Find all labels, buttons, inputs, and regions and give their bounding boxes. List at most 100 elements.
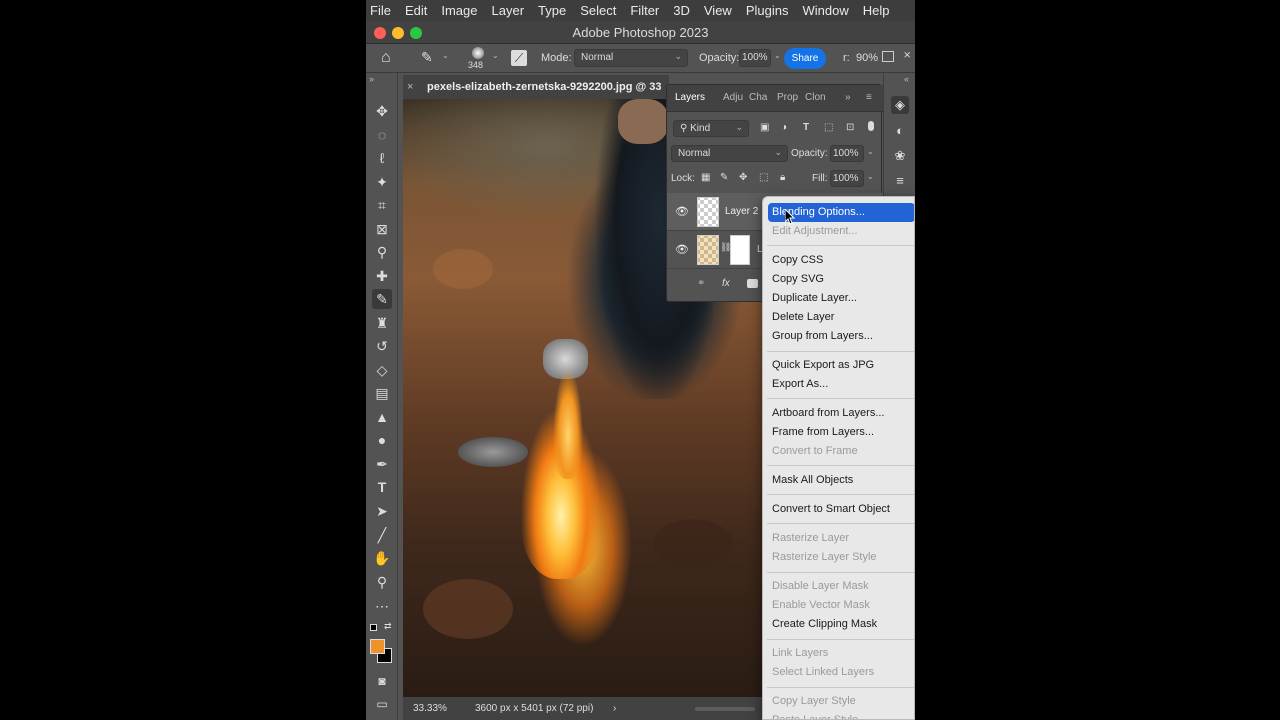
more-tabs-icon[interactable]: » [845, 92, 851, 103]
layer-opacity-input[interactable]: 100% [830, 145, 864, 162]
brush-tool-icon[interactable]: ✎ [372, 289, 392, 309]
menu-item-convert-to-smart-object[interactable]: Convert to Smart Object [768, 500, 914, 519]
add-mask-icon[interactable] [747, 279, 758, 288]
default-colors-icon[interactable] [370, 624, 377, 631]
visibility-eye-icon[interactable]: 👁︎ [675, 205, 689, 218]
magic-wand-tool-icon[interactable]: ✦ [372, 172, 392, 192]
menu-item-copy-svg[interactable]: Copy SVG [768, 270, 914, 289]
menu-item-delete-layer[interactable]: Delete Layer [768, 308, 914, 327]
link-layers-icon[interactable]: ⚭ [697, 278, 705, 289]
menu-item-quick-export-jpg[interactable]: Quick Export as JPG [768, 356, 914, 375]
tab-adjustments[interactable]: Adju [723, 92, 743, 103]
menu-item-export-as[interactable]: Export As... [768, 375, 914, 394]
properties-icon[interactable]: ≡ [891, 172, 909, 190]
chevron-down-icon[interactable]: ⌄ [867, 147, 874, 156]
document-tab[interactable]: × pexels-elizabeth-zernetska-9292200.jpg … [403, 75, 669, 99]
lock-position-icon[interactable]: ✥ [739, 172, 747, 183]
symmetry-icon[interactable]: ⨯ [903, 50, 911, 61]
pen-tool-icon[interactable]: ✒ [372, 454, 392, 474]
close-tab-icon[interactable]: × [407, 75, 421, 99]
eraser-tool-icon[interactable]: ◇ [372, 360, 392, 380]
fill-input[interactable]: 100% [830, 170, 864, 187]
adjustments-icon[interactable]: ◐ [891, 122, 909, 140]
gradient-tool-icon[interactable]: ▤ [372, 383, 392, 403]
lock-transparency-icon[interactable]: ▦ [701, 172, 710, 183]
chevron-right-icon[interactable]: › [613, 697, 616, 720]
menu-help[interactable]: Help [849, 3, 890, 18]
layer-name[interactable]: Layer 2 [725, 206, 758, 217]
tab-properties[interactable]: Prop [777, 92, 798, 103]
zoom-level[interactable]: 33.33% [413, 697, 447, 720]
menu-plugins[interactable]: Plugins [732, 3, 789, 18]
marquee-tool-icon[interactable]: ◌ [372, 125, 392, 145]
tab-layers[interactable]: Layers [675, 92, 705, 103]
menu-layer[interactable]: Layer [478, 3, 525, 18]
mode-select[interactable]: Normal ⌄ [574, 49, 688, 67]
brush-preset-icon[interactable]: ✎ [421, 49, 433, 66]
menu-3d[interactable]: 3D [659, 3, 690, 18]
clone-stamp-tool-icon[interactable]: ♜ [372, 313, 392, 333]
menu-filter[interactable]: Filter [616, 3, 659, 18]
eyedropper-tool-icon[interactable]: ⚲ [372, 242, 392, 262]
menu-window[interactable]: Window [788, 3, 848, 18]
fx-button[interactable]: fx [722, 278, 730, 289]
lock-all-icon[interactable]: 🔒︎ [780, 172, 785, 183]
hand-tool-icon[interactable]: ✋ [372, 548, 392, 568]
menu-image[interactable]: Image [427, 3, 477, 18]
type-filter-icon[interactable]: T [803, 122, 809, 133]
adjustment-filter-icon[interactable]: ◑ [781, 122, 787, 133]
zoom-tool-icon[interactable]: ⚲ [372, 572, 392, 592]
blend-mode-select[interactable]: Normal ⌄ [671, 145, 788, 162]
crop-tool-icon[interactable]: ⌗ [372, 195, 392, 215]
menu-select[interactable]: Select [566, 3, 616, 18]
channels-icon[interactable]: ❀ [891, 147, 909, 165]
flow-value[interactable]: 90% [856, 52, 878, 64]
visibility-eye-icon[interactable]: 👁︎ [675, 243, 689, 256]
pixel-filter-icon[interactable]: ▣ [760, 122, 769, 133]
menu-item-create-clipping-mask[interactable]: Create Clipping Mask [768, 615, 914, 634]
menu-item-group-from-layers[interactable]: Group from Layers... [768, 327, 914, 346]
menu-item-copy-css[interactable]: Copy CSS [768, 251, 914, 270]
healing-brush-tool-icon[interactable]: ✚ [372, 266, 392, 286]
chevron-down-icon[interactable]: ⌄ [442, 51, 449, 60]
chevron-down-icon[interactable]: ⌄ [867, 172, 874, 181]
tab-channels[interactable]: Cha [749, 92, 767, 103]
blur-tool-icon[interactable]: ▲ [372, 407, 392, 427]
layer-mask-thumbnail[interactable] [730, 235, 750, 265]
lock-pixels-icon[interactable]: ✎ [720, 172, 728, 183]
menu-edit[interactable]: Edit [391, 3, 427, 18]
filter-toggle[interactable] [868, 121, 874, 131]
shape-filter-icon[interactable]: ⬚ [824, 122, 833, 133]
menu-item-artboard-from-layers[interactable]: Artboard from Layers... [768, 404, 914, 423]
quick-mask-icon[interactable]: ◙ [372, 671, 392, 691]
menu-view[interactable]: View [690, 3, 732, 18]
horizontal-scrollbar[interactable] [695, 707, 755, 711]
tab-clone-source[interactable]: Clon [805, 92, 826, 103]
menu-item-frame-from-layers[interactable]: Frame from Layers... [768, 423, 914, 442]
filter-kind-select[interactable]: ⚲ Kind ⌄ [673, 120, 749, 137]
screen-mode-icon[interactable]: ▭ [372, 694, 392, 714]
swap-colors-icon[interactable]: ⇄ [384, 621, 392, 632]
move-tool-icon[interactable]: ✥ [372, 101, 392, 121]
smart-object-filter-icon[interactable]: ⊡ [846, 122, 854, 133]
menu-type[interactable]: Type [524, 3, 566, 18]
collapse-icon[interactable]: « [904, 74, 909, 84]
path-selection-tool-icon[interactable]: ➤ [372, 501, 392, 521]
collapse-icon[interactable]: » [369, 74, 374, 84]
type-tool-icon[interactable]: T [372, 477, 392, 497]
chevron-down-icon[interactable]: ⌄ [492, 51, 499, 60]
line-tool-icon[interactable]: ╱ [372, 525, 392, 545]
dodge-tool-icon[interactable]: ● [372, 430, 392, 450]
home-icon[interactable]: ⌂ [381, 49, 391, 67]
menu-file[interactable]: File [366, 3, 391, 18]
frame-tool-icon[interactable]: ⊠ [372, 219, 392, 239]
foreground-color-swatch[interactable] [370, 639, 385, 654]
opacity-input[interactable]: 100% [739, 49, 771, 67]
chevron-down-icon[interactable]: ⌄ [774, 51, 781, 60]
menu-item-mask-all-objects[interactable]: Mask All Objects [768, 471, 914, 490]
panel-menu-icon[interactable]: ≡ [866, 92, 872, 103]
brush-tip-icon[interactable] [472, 47, 484, 59]
more-tools-icon[interactable]: ⋯ [372, 596, 392, 616]
layers-icon[interactable]: ◈ [891, 96, 909, 114]
pressure-size-icon[interactable] [882, 51, 894, 62]
